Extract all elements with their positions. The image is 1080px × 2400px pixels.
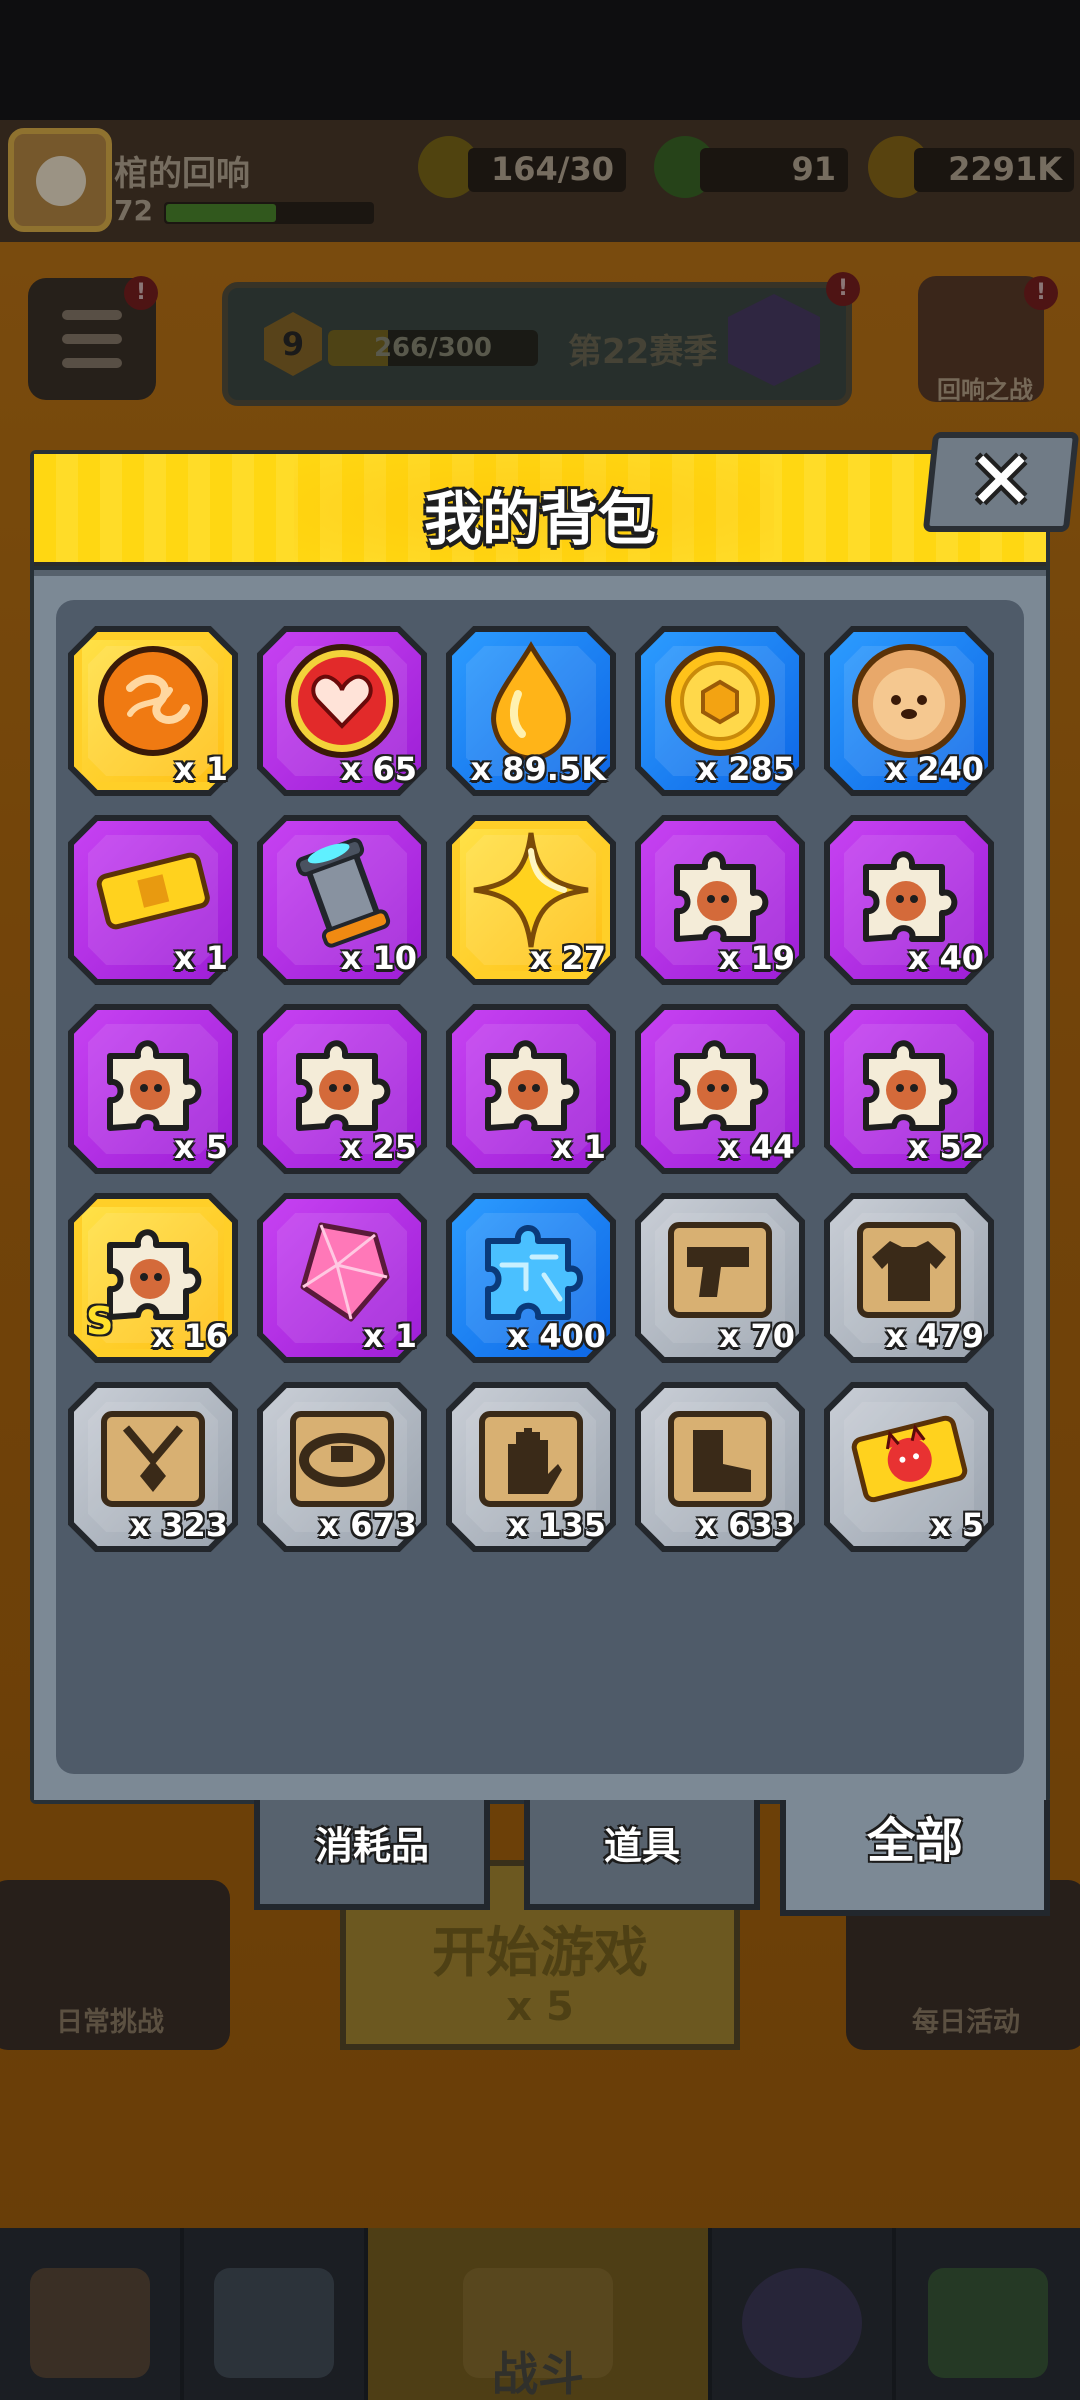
modal-header: 我的背包	[34, 454, 1046, 566]
item-quantity: x 1	[173, 750, 228, 788]
item-quantity: x 240	[885, 750, 984, 788]
puzzle-piece-item[interactable]: x 19	[635, 815, 805, 985]
dog-cookie-icon	[852, 644, 966, 758]
item-quantity: x 400	[507, 1317, 606, 1355]
orange-orb-item[interactable]: x 1	[68, 626, 238, 796]
blueprint-necklace-item[interactable]: x 323	[68, 1382, 238, 1552]
blueprint-boots-icon	[668, 1411, 772, 1507]
tab-props[interactable]: 道具	[524, 1800, 760, 1910]
blueprint-necklace-icon	[101, 1411, 205, 1507]
tab-all[interactable]: 全部	[780, 1800, 1050, 1916]
puzzle-hero-icon	[485, 1040, 580, 1131]
item-quantity: x 89.5K	[470, 750, 606, 788]
devil-ticket-item[interactable]: x 5	[824, 1382, 994, 1552]
modal-title: 我的背包	[423, 485, 656, 553]
blue-puzzle-icon	[485, 1225, 583, 1320]
blueprint-armor-item[interactable]: x 479	[824, 1193, 994, 1363]
s-puzzle-piece-item[interactable]: Sx 16	[68, 1193, 238, 1363]
blueprint-belt-item[interactable]: x 673	[257, 1382, 427, 1552]
star-item[interactable]: x 27	[446, 815, 616, 985]
item-quantity: x 16	[151, 1317, 228, 1355]
blueprint-glove-icon	[479, 1411, 583, 1507]
item-quantity: x 65	[340, 750, 417, 788]
puzzle-piece-item[interactable]: x 44	[635, 1004, 805, 1174]
puzzle-hero-icon	[863, 1040, 958, 1131]
puzzle-hero-icon	[674, 1040, 769, 1131]
item-quantity: x 27	[529, 939, 606, 977]
item-quantity: x 44	[718, 1128, 795, 1166]
item-quantity: x 52	[907, 1128, 984, 1166]
item-quantity: x 5	[929, 1506, 984, 1544]
item-quantity: x 5	[173, 1128, 228, 1166]
puzzle-piece-item[interactable]: x 52	[824, 1004, 994, 1174]
ticket-item[interactable]: x 1	[68, 815, 238, 985]
gold-star-icon	[473, 832, 589, 948]
blueprint-shirt-icon	[857, 1222, 961, 1318]
canister-icon	[295, 837, 391, 948]
gold-coin-icon	[665, 646, 775, 756]
puzzle-hero-icon	[674, 851, 769, 942]
pink-crystal-icon	[300, 1222, 390, 1322]
item-quantity: x 479	[885, 1317, 984, 1355]
modal-body: x 1 x 65 x 89.5K x 285 x 240 x 1 x 10 x 27 x 19 x…	[34, 570, 1046, 1800]
item-quantity: x 1	[551, 1128, 606, 1166]
gold-drop-item[interactable]: x 89.5K	[446, 626, 616, 796]
item-quantity: x 25	[340, 1128, 417, 1166]
puzzle-piece-item[interactable]: x 1	[446, 1004, 616, 1174]
item-quantity: x 1	[173, 939, 228, 977]
puzzle-piece-item[interactable]: x 40	[824, 815, 994, 985]
dog-cookie-item[interactable]: x 240	[824, 626, 994, 796]
blueprint-glove-item[interactable]: x 135	[446, 1382, 616, 1552]
blueprint-gun-icon	[668, 1222, 772, 1318]
blue-puzzle-item[interactable]: x 400	[446, 1193, 616, 1363]
puzzle-hero-icon	[107, 1040, 202, 1131]
heart-item[interactable]: x 65	[257, 626, 427, 796]
item-quantity: x 323	[129, 1506, 228, 1544]
puzzle-piece-item[interactable]: x 25	[257, 1004, 427, 1174]
blueprint-weapon-item[interactable]: x 70	[635, 1193, 805, 1363]
heart-icon	[285, 644, 399, 758]
puzzle-hero-icon	[296, 1040, 391, 1131]
devil-ticket-icon	[851, 1415, 968, 1503]
item-quantity: x 135	[507, 1506, 606, 1544]
canister-item[interactable]: x 10	[257, 815, 427, 985]
orange-orb-icon	[98, 646, 208, 756]
item-quantity: x 10	[340, 939, 417, 977]
grade-badge: S	[86, 1299, 114, 1343]
backpack-modal: 我的背包 x 1 x 65 x 89.5K x 285 x 240 x 1 x 10 x 27…	[30, 450, 1050, 1804]
blueprint-belt-icon	[290, 1411, 394, 1507]
item-quantity: x 19	[718, 939, 795, 977]
item-quantity: x 40	[907, 939, 984, 977]
item-quantity: x 633	[696, 1506, 795, 1544]
golden-drop-icon	[491, 641, 571, 761]
item-grid: x 1 x 65 x 89.5K x 285 x 240 x 1 x 10 x 27 x 19 x…	[56, 600, 1024, 1774]
item-quantity: x 285	[696, 750, 795, 788]
coin-item[interactable]: x 285	[635, 626, 805, 796]
puzzle-hero-icon	[863, 851, 958, 942]
item-quantity: x 673	[318, 1506, 417, 1544]
item-quantity: x 1	[362, 1317, 417, 1355]
puzzle-piece-item[interactable]: x 5	[68, 1004, 238, 1174]
pink-crystal-item[interactable]: x 1	[257, 1193, 427, 1363]
tab-consumables[interactable]: 消耗品	[254, 1800, 490, 1910]
blueprint-boots-item[interactable]: x 633	[635, 1382, 805, 1552]
item-quantity: x 70	[718, 1317, 795, 1355]
gold-ticket-icon	[96, 852, 210, 930]
